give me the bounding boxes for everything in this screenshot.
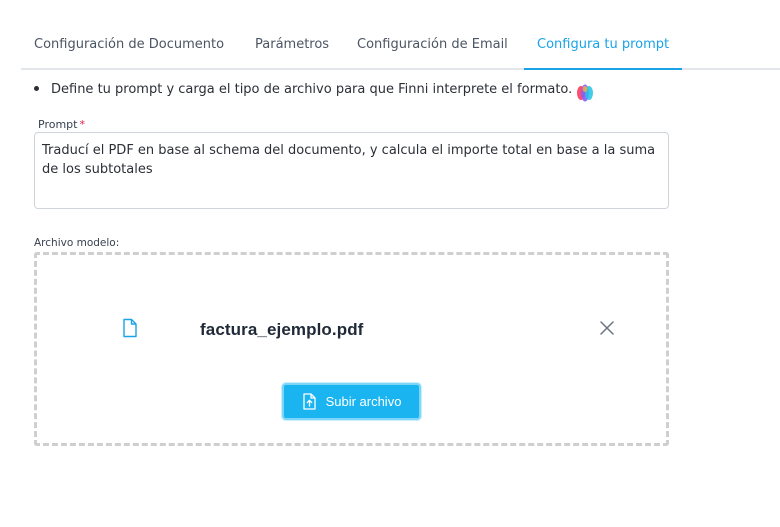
required-mark: * bbox=[79, 118, 85, 131]
upload-file-button[interactable]: Subir archivo bbox=[282, 383, 421, 420]
tab-configura-prompt[interactable]: Configura tu prompt bbox=[524, 26, 683, 70]
intro-bullet: Define tu prompt y carga el tipo de arch… bbox=[34, 82, 572, 97]
prompt-label-text: Prompt bbox=[38, 118, 78, 131]
close-icon[interactable] bbox=[597, 318, 617, 338]
bullet-dot bbox=[34, 86, 39, 91]
tab-configuracion-documento[interactable]: Configuración de Documento bbox=[34, 26, 224, 68]
uploaded-file-name: factura_ejemplo.pdf bbox=[200, 320, 364, 339]
tab-bar: Configuración de Documento Parámetros Co… bbox=[21, 26, 780, 70]
prompt-label: Prompt * bbox=[38, 118, 85, 131]
file-upload-label: Archivo modelo: bbox=[34, 237, 120, 249]
file-icon bbox=[123, 318, 137, 338]
file-upload-icon bbox=[302, 393, 316, 410]
tab-parametros[interactable]: Parámetros bbox=[255, 26, 329, 68]
prompt-input[interactable]: Traducí el PDF en base al schema del doc… bbox=[34, 132, 669, 209]
tab-configuracion-email[interactable]: Configuración de Email bbox=[357, 26, 508, 68]
upload-button-label: Subir archivo bbox=[325, 394, 402, 409]
intro-text: Define tu prompt y carga el tipo de arch… bbox=[51, 82, 573, 97]
finni-logo-icon bbox=[577, 84, 593, 102]
